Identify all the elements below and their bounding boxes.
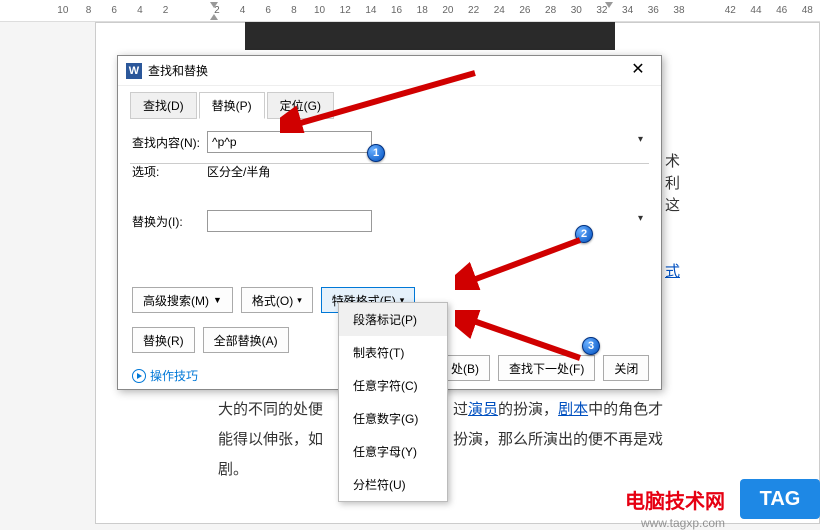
options-value: 区分全/半角	[207, 163, 270, 180]
horizontal-ruler: 1086422468101214161820222426283032343638…	[0, 0, 820, 22]
document-body-text: 大的不同的处便过演员的扮演，剧本中的角色才 能得以伸张，如扮演，那么所演出的便不…	[218, 395, 678, 485]
menu-item-column[interactable]: 分栏符(U)	[339, 468, 447, 501]
ruler-indent-marker[interactable]	[210, 2, 218, 8]
tab-goto[interactable]: 定位(G)	[267, 92, 334, 119]
doc-text: 术	[665, 150, 680, 171]
advanced-search-button[interactable]: 高级搜索(M)▼	[132, 287, 233, 313]
watermark-text: 电脑技术网	[625, 485, 725, 514]
special-format-menu: 段落标记(P) 制表符(T) 任意字符(C) 任意数字(G) 任意字母(Y) 分…	[338, 302, 448, 502]
tab-replace[interactable]: 替换(P)	[199, 92, 265, 119]
callout-badge-3: 3	[582, 337, 600, 355]
chevron-down-icon: ▾	[638, 213, 643, 224]
watermark-url: www.tagxp.com	[641, 516, 725, 530]
ruler-indent-marker[interactable]	[210, 14, 218, 20]
replace-label: 替换为(I):	[132, 213, 207, 230]
menu-item-anychar[interactable]: 任意字符(C)	[339, 369, 447, 402]
close-button[interactable]: 关闭	[603, 355, 649, 381]
find-label: 查找内容(N):	[132, 134, 207, 151]
menu-item-tab[interactable]: 制表符(T)	[339, 336, 447, 369]
format-button[interactable]: 格式(O)▾	[241, 287, 313, 313]
callout-badge-1: 1	[367, 144, 385, 162]
link-script[interactable]: 剧本	[558, 401, 588, 418]
play-icon	[132, 369, 146, 383]
menu-item-anydigit[interactable]: 任意数字(G)	[339, 402, 447, 435]
find-input[interactable]	[207, 131, 372, 153]
caret-down-icon: ▾	[297, 295, 302, 306]
menu-item-paragraph[interactable]: 段落标记(P)	[339, 303, 447, 336]
replace-input[interactable]	[207, 210, 372, 232]
ruler-right-marker[interactable]	[605, 2, 613, 8]
replace-all-button[interactable]: 全部替换(A)	[203, 327, 289, 353]
image-object[interactable]	[245, 22, 615, 50]
doc-text: 式	[665, 260, 680, 281]
doc-text: 这	[665, 194, 680, 215]
options-label: 选项:	[132, 163, 207, 180]
app-icon: W	[126, 63, 142, 79]
tag-badge: TAG	[740, 479, 820, 519]
dialog-title: 查找和替换	[148, 62, 623, 79]
link-actor[interactable]: 演员	[468, 401, 498, 418]
find-next-button[interactable]: 查找下一处(F)	[498, 355, 595, 381]
caret-down-icon: ▼	[213, 295, 222, 305]
replace-button[interactable]: 替换(R)	[132, 327, 195, 353]
close-icon[interactable]: ✕	[623, 56, 653, 86]
menu-item-anyletter[interactable]: 任意字母(Y)	[339, 435, 447, 468]
chevron-down-icon: ▾	[638, 134, 643, 145]
dialog-titlebar[interactable]: W 查找和替换 ✕	[118, 56, 661, 86]
doc-text: 利	[665, 172, 680, 193]
callout-badge-2: 2	[575, 225, 593, 243]
tab-find[interactable]: 查找(D)	[130, 92, 197, 119]
